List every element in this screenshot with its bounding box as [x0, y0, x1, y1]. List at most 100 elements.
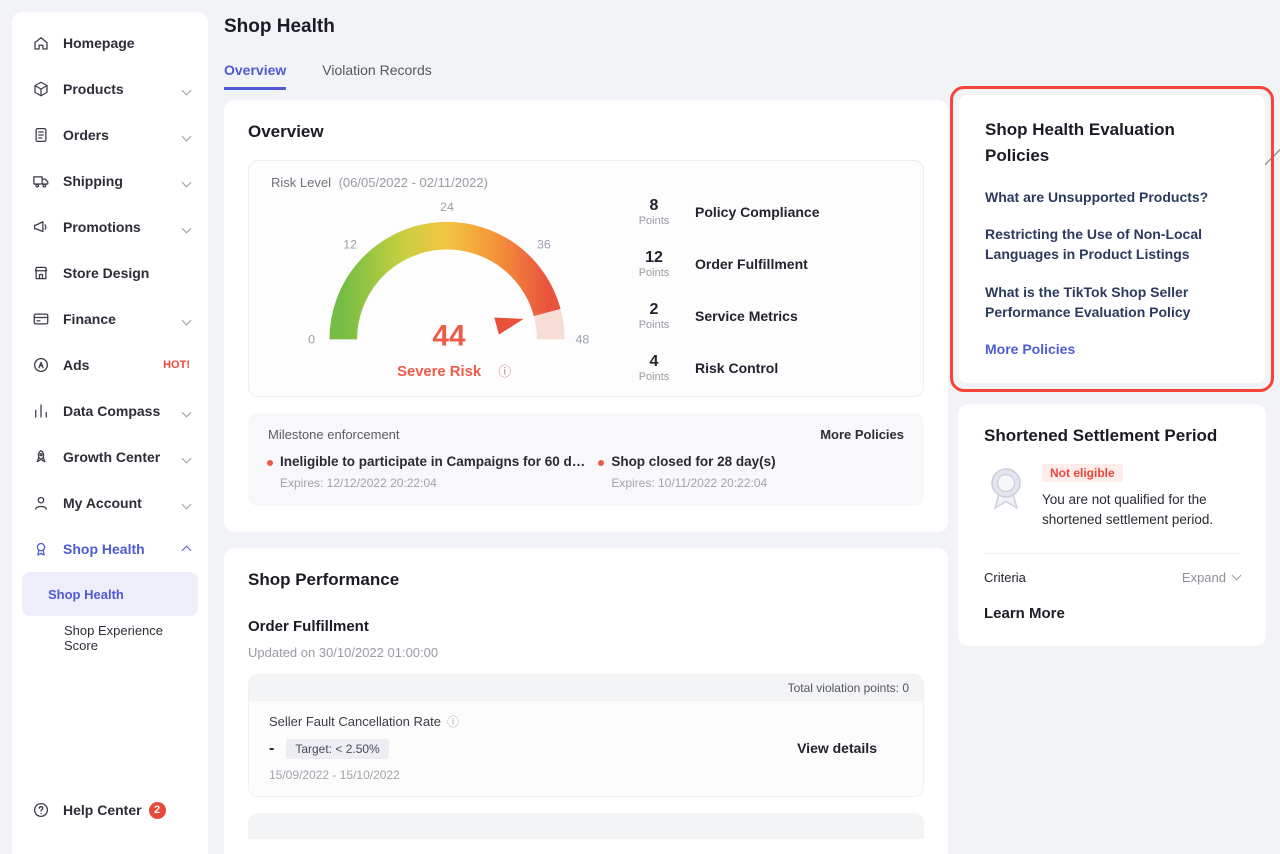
sidebar-item-shop-health[interactable]: Shop Health	[12, 526, 208, 572]
view-details-label: View details	[797, 740, 877, 756]
criteria-label: Criteria	[984, 570, 1026, 585]
risk-level-label: Risk Level	[271, 175, 331, 190]
total-violation-points: Total violation points: 0	[249, 675, 923, 701]
sidebar-item-products[interactable]: Products	[12, 66, 208, 112]
milestone-text: Shop closed for 28 day(s)	[611, 454, 898, 469]
sidebar-item-label: Finance	[63, 311, 183, 327]
point-row-risk-control[interactable]: 4 Points Risk Control	[627, 346, 901, 390]
learn-more-link[interactable]: Learn More	[984, 605, 1240, 622]
shop-performance-card: Shop Performance Order Fulfillment Updat…	[224, 548, 948, 854]
point-unit: Points	[627, 215, 681, 227]
right-column: Shop Health Evaluation Policies What are…	[950, 86, 1274, 646]
sidebar-subitem-label: Shop Health	[48, 587, 124, 602]
settlement-card: Shortened Settlement Period Not eligible…	[958, 404, 1266, 646]
sidebar-item-label: Ads	[63, 357, 157, 373]
policies-card: Shop Health Evaluation Policies What are…	[959, 95, 1265, 383]
sidebar-item-shipping[interactable]: Shipping	[12, 158, 208, 204]
info-icon[interactable]: ⓘ	[447, 713, 459, 730]
metric-period: 15/09/2022 - 15/10/2022	[269, 768, 797, 782]
sidebar-item-label: Data Compass	[63, 403, 183, 419]
view-details-link[interactable]: View details	[797, 740, 877, 756]
info-icon[interactable]: ⓘ	[498, 364, 511, 379]
products-icon	[32, 80, 50, 98]
point-unit: Points	[627, 371, 681, 383]
gauge-tick: 36	[537, 237, 551, 251]
gauge-arc-remainder	[547, 313, 551, 340]
sidebar-subitem-shop-health[interactable]: Shop Health	[22, 572, 198, 616]
risk-level-panel: Risk Level (06/05/2022 - 02/11/2022)	[248, 160, 924, 397]
milestone-text: Ineligible to participate in Campaigns f…	[280, 454, 585, 469]
sidebar-item-data-compass[interactable]: Data Compass	[12, 388, 208, 434]
milestone-title: Milestone enforcement	[268, 427, 400, 442]
overview-card: Overview Risk Level (06/05/2022 - 02/11/…	[224, 100, 948, 532]
sidebar-item-store-design[interactable]: Store Design	[12, 250, 208, 296]
sidebar-item-orders[interactable]: Orders	[12, 112, 208, 158]
sidebar-subitem-label: Shop Experience Score	[64, 623, 198, 653]
metric-panel: Total violation points: 0 Seller Fault C…	[248, 674, 924, 797]
help-center-button[interactable]: Help Center 2	[12, 784, 208, 836]
sidebar-item-label: Store Design	[63, 265, 190, 281]
sidebar-item-growth-center[interactable]: Growth Center	[12, 434, 208, 480]
sidebar-item-finance[interactable]: Finance	[12, 296, 208, 342]
point-label: Order Fulfillment	[695, 256, 895, 272]
point-value: 2	[627, 301, 681, 319]
risk-severity-label: Severe Risk	[397, 364, 482, 380]
sidebar-item-promotions[interactable]: Promotions	[12, 204, 208, 250]
point-row-policy-compliance[interactable]: 8 Points Policy Compliance	[627, 190, 901, 234]
policy-link-non-local-languages[interactable]: Restricting the Use of Non-Local Languag…	[985, 224, 1239, 265]
tab-violation-records[interactable]: Violation Records	[322, 62, 431, 90]
next-metric-panel-partial	[248, 813, 924, 839]
milestone-item: Shop closed for 28 day(s) Expires: 10/11…	[595, 454, 908, 490]
more-policies-label: More Policies	[985, 341, 1075, 357]
point-value: 12	[627, 249, 681, 267]
gauge-tick: 24	[440, 200, 454, 214]
gauge-tick: 12	[343, 237, 357, 251]
point-row-service-metrics[interactable]: 2 Points Service Metrics	[627, 294, 901, 338]
policies-card-title: Shop Health Evaluation Policies	[985, 117, 1239, 170]
more-policies-link[interactable]: More Policies	[985, 341, 1239, 357]
sidebar-item-my-account[interactable]: My Account	[12, 480, 208, 526]
point-value: 4	[627, 353, 681, 371]
tab-overview[interactable]: Overview	[224, 62, 286, 90]
point-row-order-fulfillment[interactable]: 12 Points Order Fulfillment	[627, 242, 901, 286]
notification-badge: 2	[149, 802, 166, 819]
sidebar-item-label: Shipping	[63, 173, 183, 189]
tab-bar: Overview Violation Records	[224, 62, 948, 90]
hot-badge: HOT!	[163, 359, 190, 371]
risk-gauge: 0 12 24 36 48 44 Severe Risk ⓘ	[279, 191, 615, 389]
page-title: Shop Health	[224, 16, 948, 38]
settlement-card-title: Shortened Settlement Period	[984, 426, 1240, 446]
policy-link-performance-evaluation[interactable]: What is the TikTok Shop Seller Performan…	[985, 282, 1239, 323]
sidebar-item-ads[interactable]: Ads HOT!	[12, 342, 208, 388]
sidebar-item-label: Promotions	[63, 219, 183, 235]
sidebar-subitem-shop-experience-score[interactable]: Shop Experience Score	[22, 616, 198, 660]
shop-performance-title: Shop Performance	[248, 570, 924, 590]
help-icon	[32, 801, 50, 819]
milestone-panel: Milestone enforcement More Policies Inel…	[248, 413, 924, 506]
chevron-down-icon	[183, 127, 190, 143]
order-fulfillment-section-title: Order Fulfillment	[248, 618, 924, 635]
status-badge: Not eligible	[1042, 464, 1123, 482]
milestone-expires: Expires: 10/11/2022 20:22:04	[611, 476, 898, 490]
help-center-label: Help Center	[63, 802, 142, 818]
chevron-down-icon	[183, 403, 190, 419]
growth-center-icon	[32, 448, 50, 466]
sidebar-item-homepage[interactable]: Homepage	[12, 20, 208, 66]
expand-label: Expand	[1182, 570, 1226, 585]
point-value: 8	[627, 197, 681, 215]
updated-timestamp: Updated on 30/10/2022 01:00:00	[248, 645, 924, 660]
risk-level-label-row: Risk Level (06/05/2022 - 02/11/2022)	[271, 175, 901, 190]
policy-link-unsupported-products[interactable]: What are Unsupported Products?	[985, 187, 1239, 207]
highlight-red-outline: Shop Health Evaluation Policies What are…	[950, 86, 1274, 392]
sidebar: Homepage Products Orders Shipping Promot…	[12, 12, 208, 854]
data-compass-icon	[32, 402, 50, 420]
metric-value: -	[269, 740, 274, 758]
risk-score-value: 44	[432, 319, 465, 352]
sidebar-item-label: Products	[63, 81, 183, 97]
gauge-tick: 0	[308, 332, 315, 346]
sidebar-item-label: Homepage	[63, 35, 190, 51]
gauge-needle	[494, 317, 523, 334]
more-policies-link[interactable]: More Policies	[820, 427, 904, 442]
expand-toggle[interactable]: Expand	[1182, 570, 1240, 585]
sidebar-item-label: My Account	[63, 495, 183, 511]
